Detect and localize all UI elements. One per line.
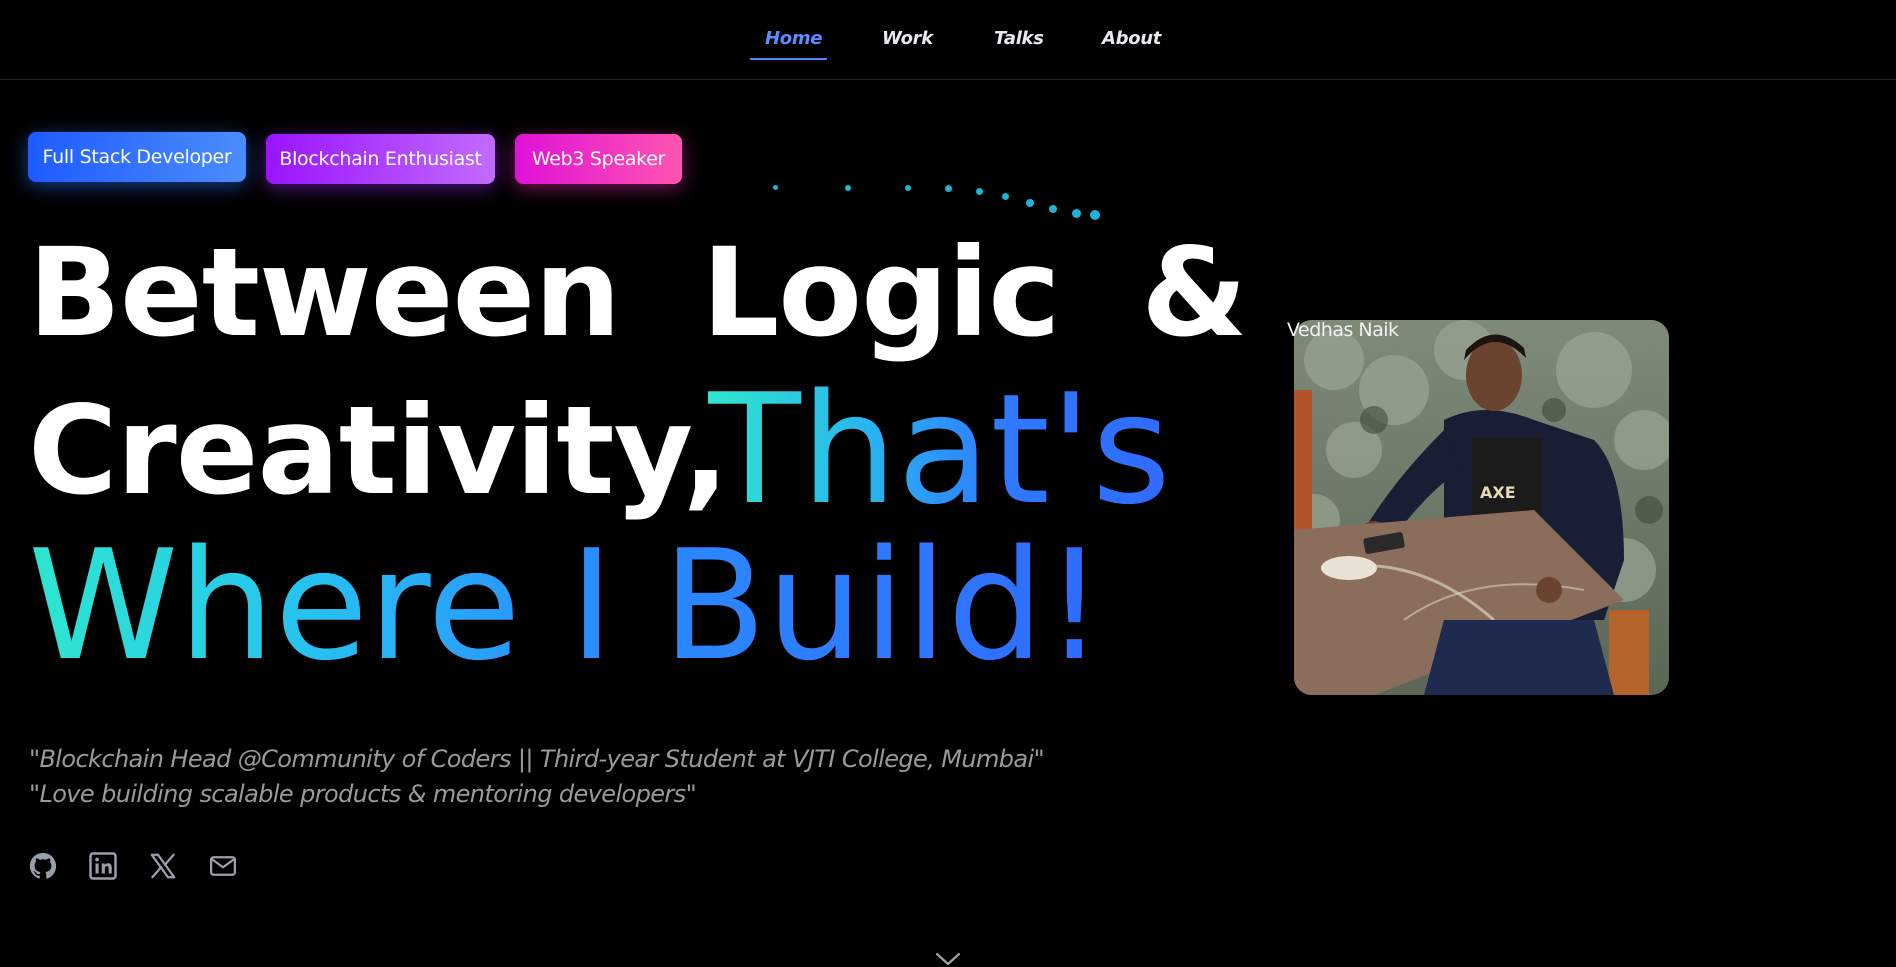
profile-name-label: Vedhas Naik [1287,319,1399,341]
nav-talks[interactable]: Talks [994,28,1044,49]
top-nav: Home Work Talks About [0,0,1896,80]
headline-line-2-white: Creativity, [28,380,729,522]
x-icon[interactable] [148,851,178,881]
svg-text:AXE: AXE [1480,483,1516,502]
headline-line-1: Between Logic & [28,222,1247,364]
nav-about[interactable]: About [1102,28,1161,49]
mail-icon[interactable] [208,851,238,881]
badge-web3-speaker: Web3 Speaker [515,134,682,184]
chevron-down-icon[interactable] [935,952,961,967]
bio-quote-2: "Love building scalable products & mento… [29,780,697,808]
headline-line-2-gradient: That's [708,361,1171,538]
headline-line-3: Where I Build! [28,517,1105,694]
bio-quote-1: "Blockchain Head @Community of Coders ||… [29,745,1045,773]
github-icon[interactable] [28,851,58,881]
badge-blockchain-enthusiast: Blockchain Enthusiast [266,134,495,184]
profile-photo: AXE [1294,320,1669,695]
profile-photo-illustration: AXE [1294,320,1669,695]
badge-full-stack-developer: Full Stack Developer [28,132,246,182]
nav-active-underline [750,58,827,60]
linkedin-icon[interactable] [88,851,118,881]
nav-work[interactable]: Work [882,28,933,49]
nav-home[interactable]: Home [765,28,823,49]
